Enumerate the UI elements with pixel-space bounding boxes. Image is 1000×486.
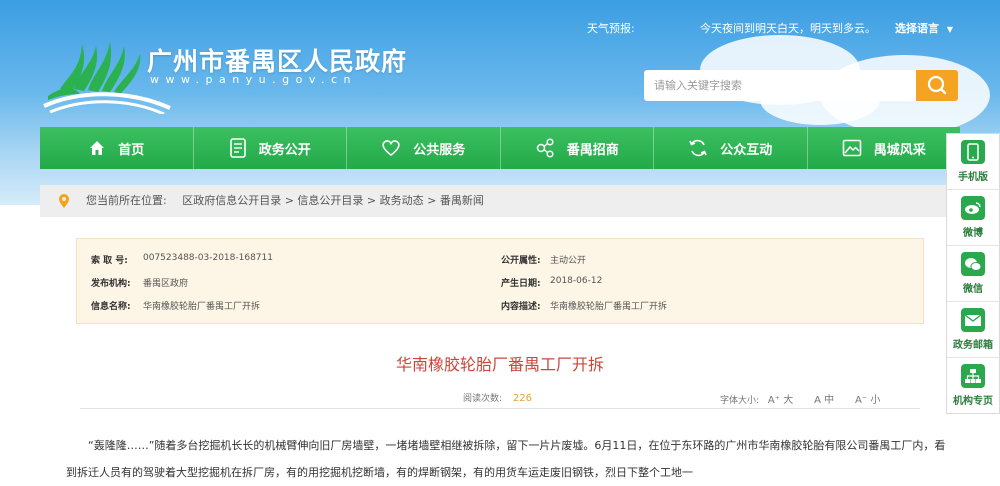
nav-item-interaction[interactable]: 公众互动 (654, 127, 808, 169)
weibo-icon (961, 196, 985, 220)
search-placeholder: 请输入关键字搜索 (654, 79, 742, 92)
main-nav: 首页 政务公开 公共服务 番禺招商 公众互动 禺城风采 (40, 127, 960, 169)
side-item-gov-mail[interactable]: 政务邮箱 (947, 302, 999, 358)
nav-item-public-service[interactable]: 公共服务 (347, 127, 501, 169)
language-selector[interactable]: 选择语言 ▼ (895, 20, 953, 36)
nav-label: 禺城风采 (873, 142, 926, 158)
read-count-value: 226 (512, 393, 533, 404)
content-desc-label: 内容描述: (501, 302, 541, 312)
content-area: 您当前所在位置: 区政府信息公开目录 > 信息公开目录 > 政务动态 > 番禺新… (40, 185, 960, 479)
read-count: 阅读次数: 226 (463, 391, 532, 404)
nav-item-city-scenery[interactable]: 禺城风采 (808, 127, 961, 169)
nav-label: 政务公开 (258, 142, 311, 158)
language-label: 选择语言 (895, 22, 939, 35)
publisher-value: 番禺区政府 (143, 279, 189, 289)
open-attribute-label: 公开属性: (501, 256, 541, 266)
breadcrumb-path[interactable]: 区政府信息公开目录 > 信息公开目录 > 政务动态 > 番禺新闻 (182, 194, 484, 207)
search-input[interactable]: 请输入关键字搜索 (644, 70, 916, 101)
font-medium-button[interactable]: A 中 (814, 395, 834, 406)
network-icon (536, 138, 554, 158)
site-url: www.panyu.gov.cn (150, 73, 358, 86)
nav-label: 公共服务 (413, 142, 466, 158)
picture-icon (842, 139, 862, 157)
refresh-icon (689, 139, 707, 157)
side-item-mobile[interactable]: 手机版 (947, 134, 999, 190)
search-icon (927, 75, 947, 95)
side-label: 手机版 (958, 172, 988, 183)
side-label: 机构专页 (953, 396, 993, 407)
home-icon (90, 141, 105, 155)
open-attribute-value: 主动公开 (550, 256, 587, 266)
side-toolbar: 手机版 微博 微信 政务邮箱 机构专页 (946, 133, 1000, 414)
index-label: 索 取 号: (91, 256, 128, 266)
side-label: 微博 (963, 228, 983, 239)
weather-label: 天气预报: (587, 22, 635, 35)
phone-icon (961, 140, 985, 164)
nav-item-home[interactable]: 首页 (40, 127, 194, 169)
info-table: 索 取 号: 007523488-03-2018-168711 公开属性: 主动… (76, 238, 924, 324)
article-title: 华南橡胶轮胎厂番禺工厂开拆 (395, 355, 604, 374)
nav-label: 番禺招商 (566, 142, 619, 158)
info-name-value: 华南橡胶轮胎厂番禺工厂开拆 (143, 302, 261, 312)
chevron-down-icon: ▼ (946, 25, 953, 34)
weather-text: 今天夜间到明天白天，明天到多云。 (700, 22, 876, 35)
nav-label: 公众互动 (720, 142, 773, 158)
side-label: 微信 (963, 284, 983, 295)
read-count-label: 阅读次数: (463, 394, 503, 404)
nav-item-gov-affairs[interactable]: 政务公开 (194, 127, 347, 169)
font-large-button[interactable]: A⁺ 大 (768, 395, 793, 406)
publisher-label: 发布机构: (91, 279, 131, 289)
index-value: 007523488-03-2018-168711 (143, 253, 273, 263)
font-size-controls: 字体大小: A⁺ 大 A 中 A⁻ 小 (720, 391, 880, 406)
nav-item-investment[interactable]: 番禺招商 (501, 127, 654, 169)
side-item-weibo[interactable]: 微博 (947, 190, 999, 246)
content-desc-value: 华南橡胶轮胎厂番禺工厂开拆 (550, 302, 668, 312)
wechat-icon (961, 252, 985, 276)
article-paragraph: “轰隆隆……”随着多台挖掘机长长的机械臂伸向旧厂房墙壁，一堵堵墙壁相继被拆除，留… (66, 439, 946, 479)
breadcrumb-prefix: 您当前所在位置: (86, 194, 167, 207)
divider (80, 408, 920, 409)
org-chart-icon (961, 364, 985, 388)
heart-icon (382, 140, 400, 157)
breadcrumb: 您当前所在位置: 区政府信息公开目录 > 信息公开目录 > 政务动态 > 番禺新… (40, 185, 960, 217)
side-item-wechat[interactable]: 微信 (947, 246, 999, 302)
info-name-label: 信息名称: (91, 302, 131, 312)
side-item-org-page[interactable]: 机构专页 (947, 358, 999, 413)
search-button[interactable] (916, 70, 958, 101)
font-size-label: 字体大小: (720, 396, 760, 406)
font-small-button[interactable]: A⁻ 小 (855, 395, 880, 406)
side-label: 政务邮箱 (953, 340, 993, 351)
date-label: 产生日期: (501, 279, 541, 289)
document-icon (229, 138, 246, 158)
location-pin-icon (59, 194, 69, 208)
mail-icon (961, 308, 985, 332)
date-value: 2018-06-12 (550, 276, 603, 286)
nav-label: 首页 (118, 142, 145, 158)
